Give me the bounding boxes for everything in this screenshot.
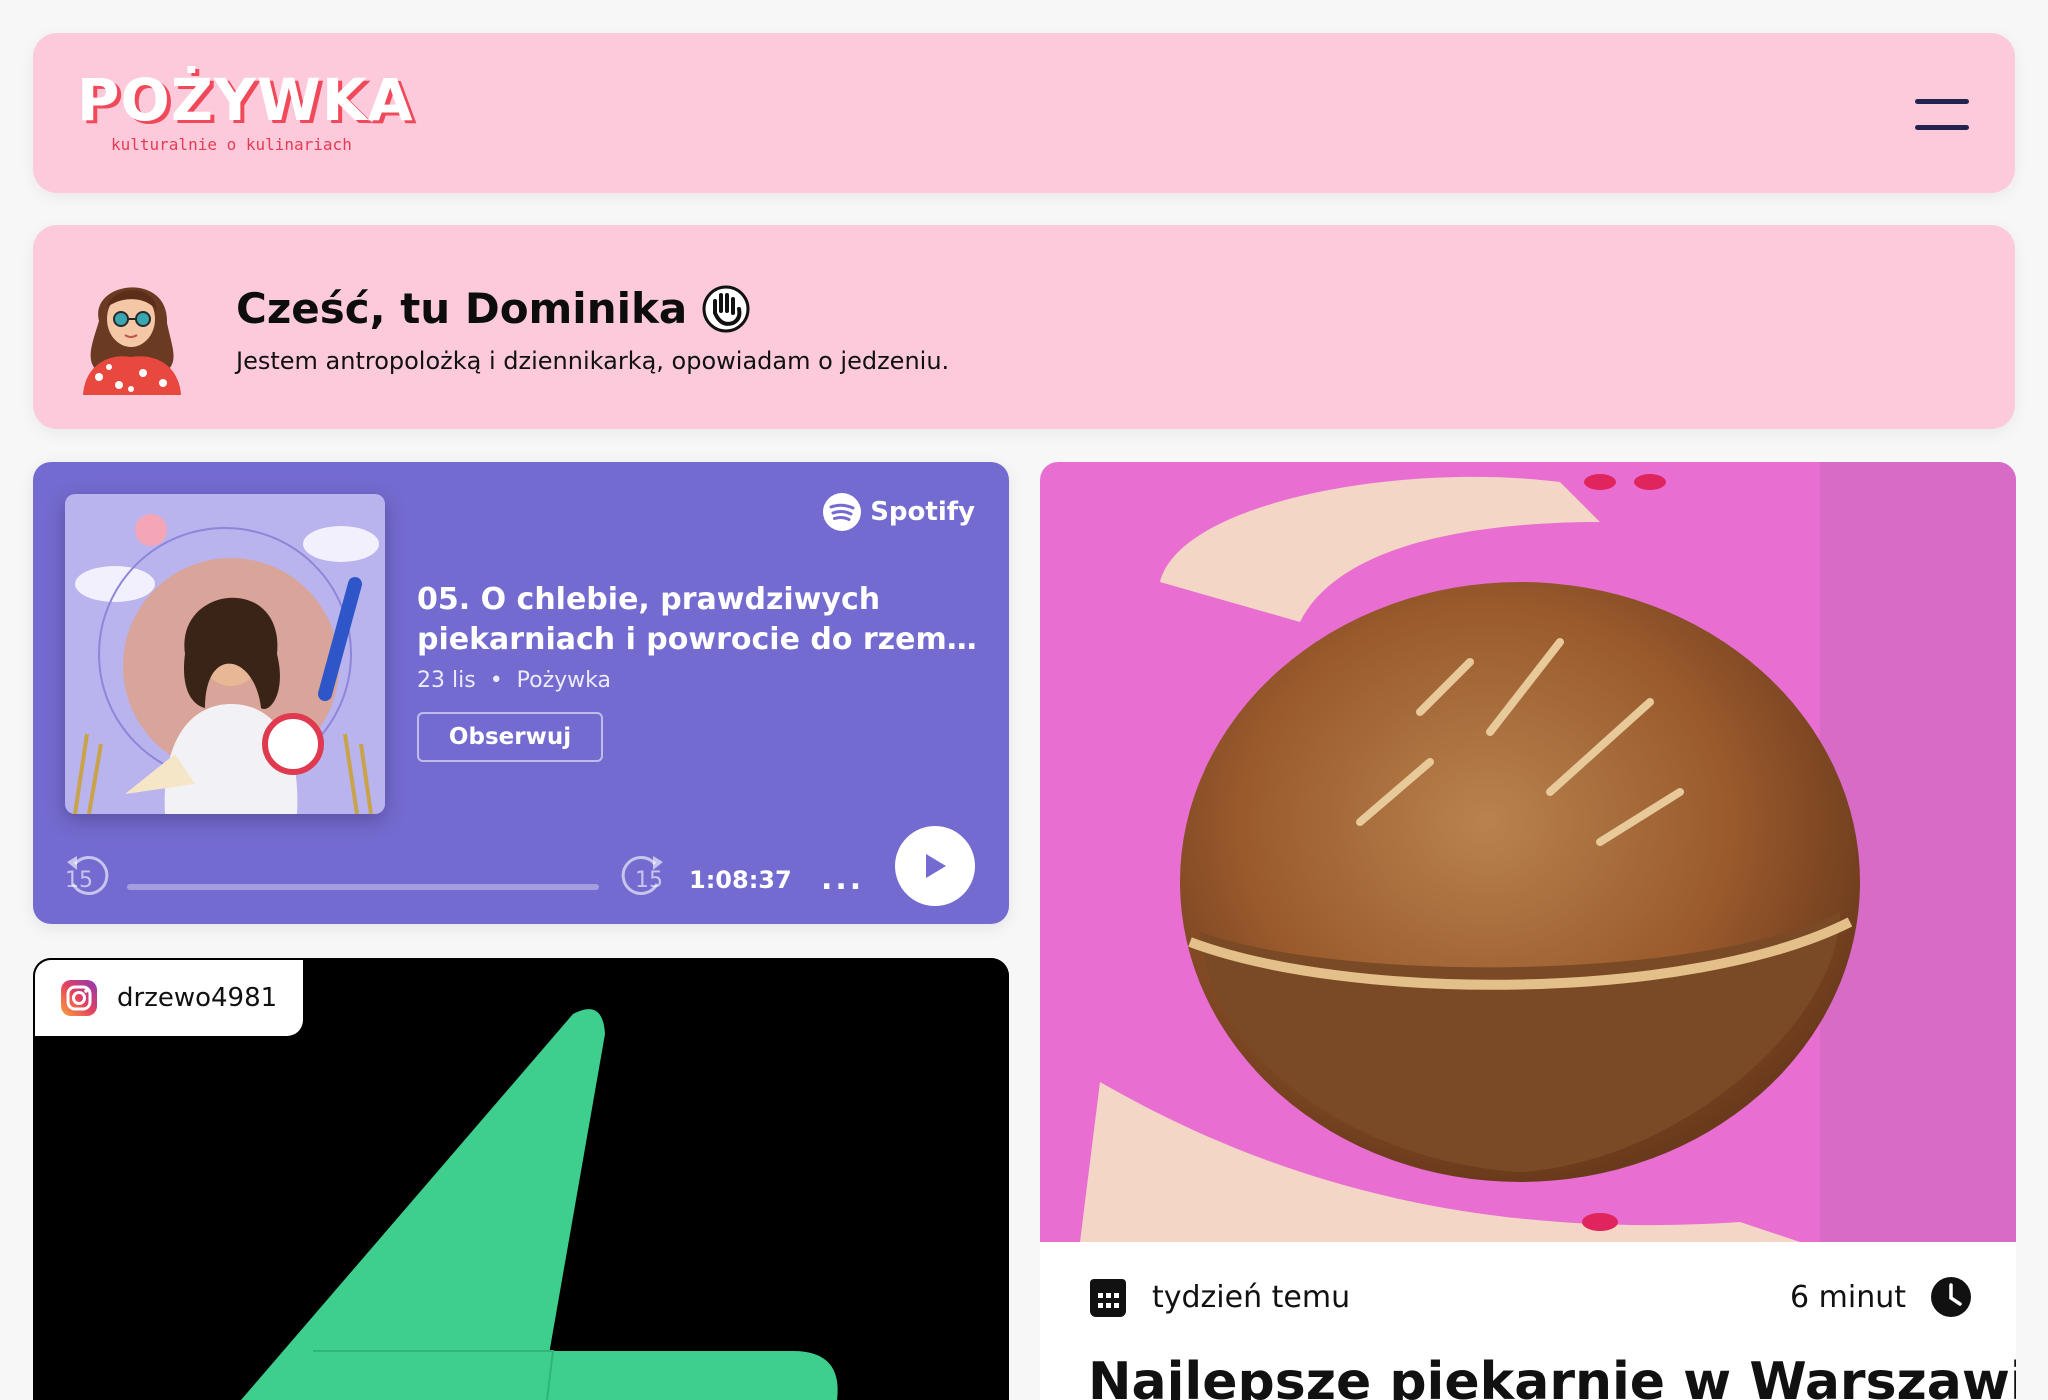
play-icon — [926, 854, 946, 878]
forward-label: 15 — [635, 868, 663, 893]
page: POŻYWKA kulturalnie o kulinariach Cześć,… — [0, 0, 2048, 1400]
article-card[interactable]: tydzień temu 6 minut Najlepsze piekarnie… — [1040, 462, 2016, 1400]
avatar — [83, 287, 181, 395]
play-button[interactable] — [895, 826, 975, 906]
read-time-text: 6 minut — [1790, 1279, 1906, 1315]
episode-title-line1: 05. O chlebie, prawdziwych — [417, 582, 881, 617]
article-title[interactable]: Najlepsze piekarnie w Warszawie – — [1088, 1352, 2016, 1400]
waving-hand-icon — [702, 285, 750, 333]
episode-date: 23 lis — [417, 668, 476, 693]
forward-15-button[interactable]: 15 — [611, 854, 667, 898]
article-meta: tydzień temu 6 minut — [1088, 1272, 1972, 1322]
more-options-button[interactable]: ... — [821, 862, 864, 897]
intro-title-text: Cześć, tu Dominika — [236, 283, 688, 333]
spotify-icon — [823, 493, 862, 531]
show-name[interactable]: Pożywka — [517, 668, 611, 693]
episode-title-line2: piekarniach i powrocie do rzemiosł... — [417, 622, 977, 657]
follow-button[interactable]: Obserwuj — [417, 712, 603, 762]
instagram-account-tag[interactable]: drzewo4981 — [35, 960, 304, 1036]
episode-duration: 1:08:37 — [689, 866, 792, 894]
hamburger-icon-bottom — [1915, 125, 1969, 130]
instagram-icon — [61, 980, 97, 1016]
clock-icon — [1931, 1277, 1971, 1317]
calendar-icon — [1090, 1279, 1126, 1317]
podcast-cover[interactable] — [65, 494, 385, 814]
episode-meta: 23 lis • Pożywka — [417, 668, 611, 693]
article-read-time: 6 minut — [1790, 1276, 1972, 1318]
intro-title: Cześć, tu Dominika — [236, 283, 751, 333]
rewind-label: 15 — [65, 868, 93, 893]
spotify-brand: Spotify — [870, 497, 975, 527]
hamburger-icon — [1915, 99, 1969, 104]
intro-description: Jestem antropolożką i dziennikarką, opow… — [236, 347, 950, 375]
logo-tagline: kulturalnie o kulinariach — [111, 135, 352, 154]
meta-separator: • — [489, 668, 503, 693]
logo-wordmark: POŻYWKA — [77, 66, 414, 134]
article-date-text: tydzień temu — [1152, 1279, 1351, 1315]
site-header: POŻYWKA kulturalnie o kulinariach — [33, 33, 2015, 193]
site-logo[interactable]: POŻYWKA kulturalnie o kulinariach — [77, 66, 414, 161]
rewind-15-button[interactable]: 15 — [63, 854, 119, 898]
progress-bar[interactable] — [127, 884, 599, 890]
instagram-post[interactable]: drzewo4981 — [33, 958, 1009, 1400]
episode-title[interactable]: 05. O chlebie, prawdziwych piekarniach i… — [417, 580, 977, 660]
intro-banner: Cześć, tu Dominika Jestem antropolożką i… — [33, 225, 2015, 429]
instagram-username: drzewo4981 — [117, 983, 278, 1013]
article-photo — [1040, 462, 2016, 1242]
spotify-logo[interactable]: Spotify — [822, 492, 975, 532]
article-date: tydzień temu — [1088, 1275, 1350, 1319]
menu-button[interactable] — [1915, 95, 1969, 135]
spotify-player: Spotify 05. O chlebie, prawdziwych pieka… — [33, 462, 1009, 924]
